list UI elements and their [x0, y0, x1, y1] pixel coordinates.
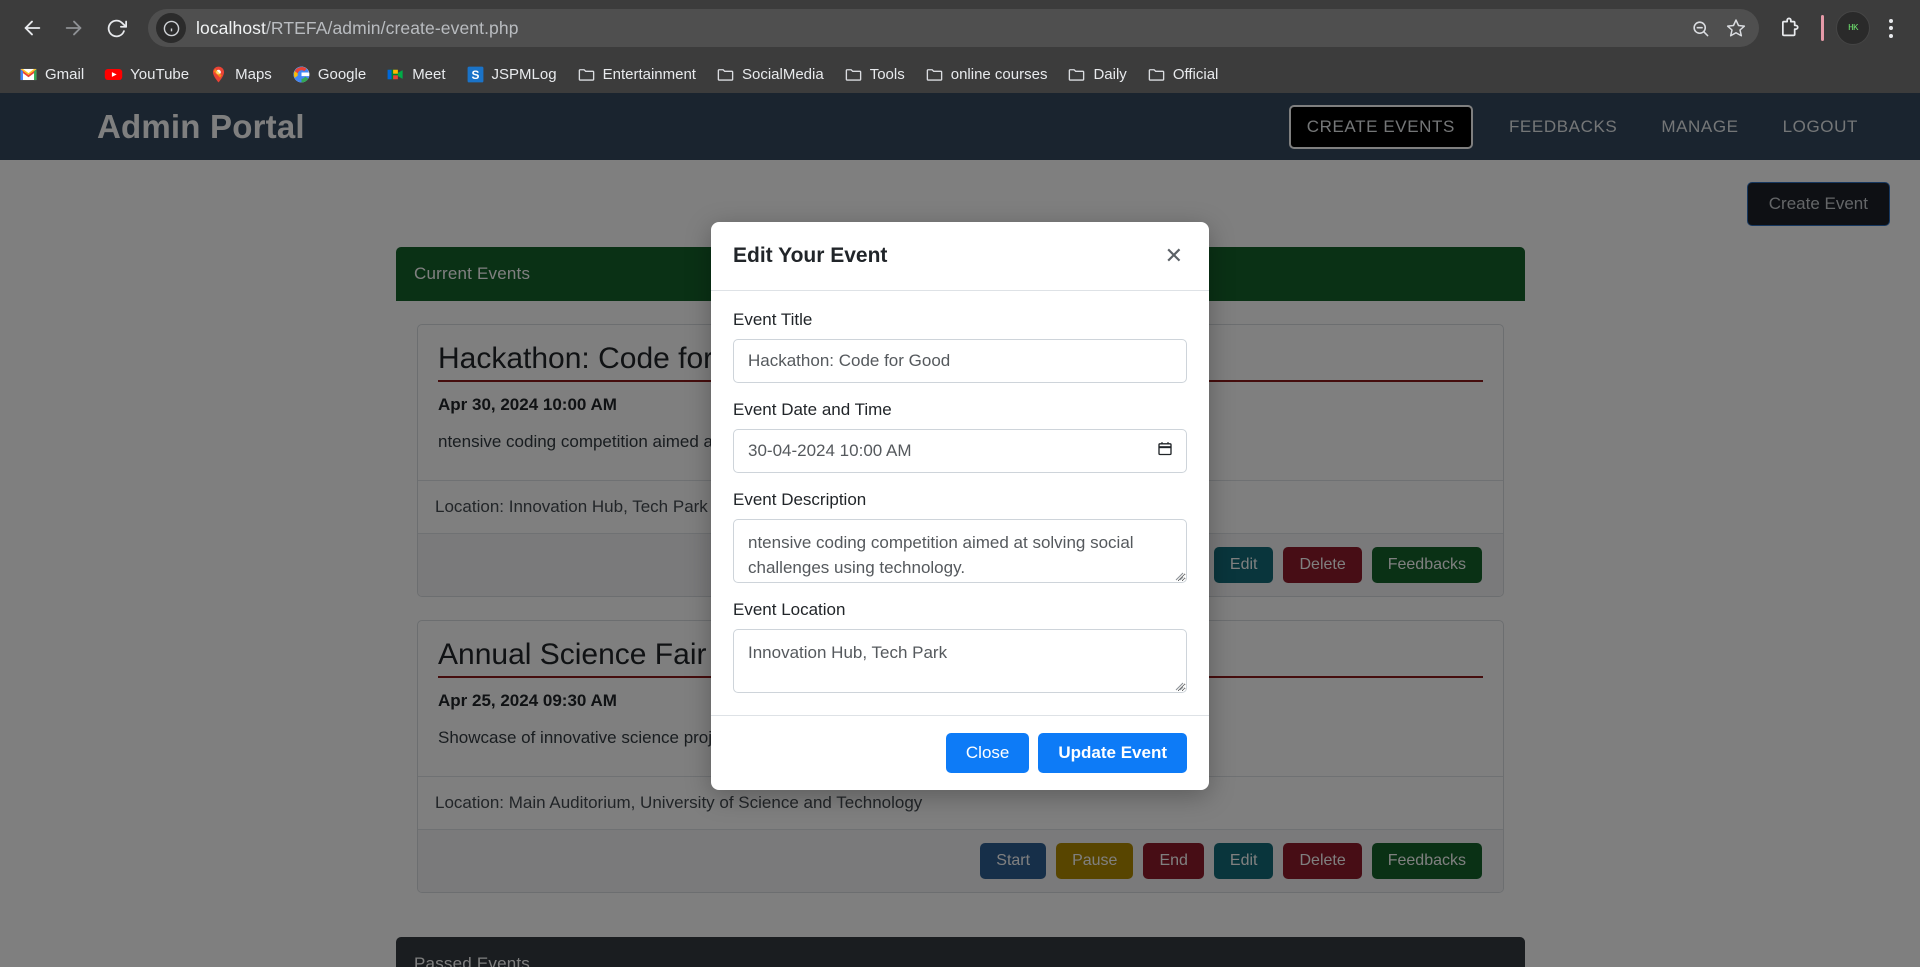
folder-icon [578, 69, 594, 81]
google-meet-icon [387, 69, 403, 80]
gmail-icon [20, 68, 37, 81]
forward-arrow-icon[interactable] [54, 8, 94, 48]
folder-icon [926, 69, 943, 81]
svg-text:S: S [471, 68, 479, 82]
close-x-icon[interactable]: ✕ [1161, 243, 1187, 269]
bookmark-label: SocialMedia [741, 66, 824, 83]
bookmark-official[interactable]: Official [1138, 60, 1228, 89]
event-title-input[interactable] [733, 339, 1187, 383]
bookmark-daily[interactable]: Daily [1058, 60, 1135, 89]
chrome-right-actions: HK [1769, 8, 1908, 48]
reload-icon[interactable] [96, 8, 136, 48]
extensions-puzzle-icon[interactable] [1769, 8, 1809, 48]
bookmark-label: Entertainment [602, 66, 696, 83]
bookmark-youtube[interactable]: YouTube [95, 60, 198, 89]
bookmarks-bar: Gmail YouTube Maps Google Meet S JSPMLog… [0, 56, 1920, 93]
modal-footer: Close Update Event [711, 715, 1209, 790]
bookmark-label: Google [317, 66, 367, 83]
zoom-out-icon[interactable] [1683, 11, 1717, 45]
url-path: /RTEFA/admin/create-event.php [265, 17, 519, 38]
bookmark-google[interactable]: Google [283, 60, 375, 89]
folder-icon [1069, 69, 1085, 81]
browser-toolbar: localhost/RTEFA/admin/create-event.php H… [0, 0, 1920, 56]
bookmark-jspmlog[interactable]: S JSPMLog [457, 60, 566, 89]
bookmark-star-icon[interactable] [1719, 11, 1753, 45]
bookmark-label: JSPMLog [491, 66, 557, 83]
youtube-icon [104, 68, 123, 81]
event-datetime-label: Event Date and Time [733, 400, 892, 419]
edit-event-modal: Edit Your Event ✕ Event Title Event Date… [711, 222, 1209, 790]
maps-pin-icon [213, 66, 225, 83]
back-arrow-icon[interactable] [12, 8, 52, 48]
event-location-textarea[interactable] [733, 629, 1187, 693]
modal-header: Edit Your Event ✕ [711, 222, 1209, 291]
profile-avatar-icon[interactable]: HK [1836, 11, 1870, 45]
browser-chrome: localhost/RTEFA/admin/create-event.php H… [0, 0, 1920, 93]
three-dot-menu-icon[interactable] [1874, 8, 1908, 48]
bookmark-meet[interactable]: Meet [377, 60, 454, 89]
close-button[interactable]: Close [945, 733, 1030, 773]
event-datetime-input[interactable] [733, 429, 1187, 473]
bookmark-label: YouTube [130, 66, 190, 83]
google-g-icon [293, 66, 310, 83]
bookmark-gmail[interactable]: Gmail [10, 60, 93, 89]
description-wrapper [733, 519, 1187, 583]
event-location-label: Event Location [733, 600, 846, 619]
jspmlog-icon: S [467, 66, 483, 83]
folder-icon [1148, 69, 1165, 81]
bookmark-label: Gmail [45, 66, 85, 83]
address-bar[interactable]: localhost/RTEFA/admin/create-event.php [148, 9, 1759, 47]
folder-icon [717, 69, 734, 81]
bookmark-socialmedia[interactable]: SocialMedia [707, 60, 833, 89]
url-host: localhost [196, 17, 266, 38]
event-description-label: Event Description [733, 490, 867, 509]
omnibox-actions [1683, 11, 1753, 45]
profile-divider [1821, 15, 1824, 41]
event-description-textarea[interactable] [733, 519, 1187, 583]
page-viewport: Admin Portal CREATE EVENTS FEEDBACKS MAN… [0, 93, 1920, 967]
folder-icon [845, 69, 862, 81]
bookmark-label: online courses [950, 66, 1048, 83]
bookmark-tools[interactable]: Tools [835, 60, 914, 89]
bookmark-label: Tools [869, 66, 905, 83]
event-title-label: Event Title [733, 310, 813, 329]
datetime-wrapper [733, 429, 1187, 473]
location-wrapper [733, 629, 1187, 693]
modal-title: Edit Your Event [733, 244, 888, 267]
field-event-datetime: Event Date and Time [733, 400, 1187, 473]
url-text: localhost/RTEFA/admin/create-event.php [196, 18, 519, 39]
bookmark-label: Official [1172, 66, 1219, 83]
bookmark-online-courses[interactable]: online courses [916, 60, 1057, 89]
field-event-title: Event Title [733, 310, 1187, 383]
bookmark-label: Maps [235, 66, 272, 83]
modal-body: Event Title Event Date and Time Event De… [711, 291, 1209, 715]
field-event-location: Event Location [733, 600, 1187, 693]
site-info-icon[interactable] [156, 13, 186, 43]
bookmark-maps[interactable]: Maps [200, 60, 281, 89]
bookmark-entertainment[interactable]: Entertainment [568, 60, 705, 89]
bookmark-label: Meet [412, 66, 446, 83]
field-event-description: Event Description [733, 490, 1187, 583]
bookmark-label: Daily [1093, 66, 1127, 83]
update-event-button[interactable]: Update Event [1038, 733, 1187, 773]
